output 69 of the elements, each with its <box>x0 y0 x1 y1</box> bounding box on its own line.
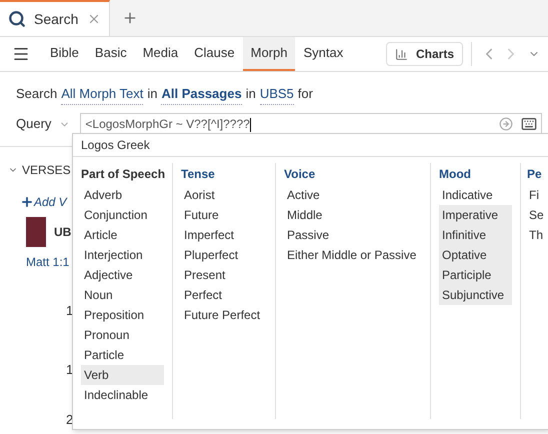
option-item[interactable]: Adverb <box>81 185 164 205</box>
search-type-tab[interactable]: Syntax <box>295 37 352 71</box>
option-item[interactable]: Subjunctive <box>439 285 512 305</box>
option-item[interactable]: Interjection <box>81 245 164 265</box>
section-heading: VERSES <box>22 162 71 178</box>
option-item[interactable]: Article <box>81 225 164 245</box>
option-item[interactable]: Middle <box>284 205 422 225</box>
option-link[interactable]: All Passages <box>161 84 242 104</box>
option-item[interactable]: Se <box>527 205 548 225</box>
option-item[interactable]: Conjunction <box>81 205 164 225</box>
verse-reference[interactable]: Matt 1:1 <box>26 252 70 270</box>
option-item[interactable]: Particle <box>81 345 164 365</box>
option-item[interactable]: Passive <box>284 225 422 245</box>
column-heading: Pe <box>527 166 542 183</box>
option-item[interactable]: Indeclinable <box>81 385 164 405</box>
option-item[interactable]: Imperative <box>439 205 512 225</box>
go-icon[interactable] <box>499 117 513 131</box>
option-item[interactable]: Present <box>181 265 267 285</box>
search-tab[interactable]: Search <box>0 0 110 36</box>
option-item[interactable]: Preposition <box>81 305 164 325</box>
query-label: Query <box>16 115 52 134</box>
new-tab-icon[interactable] <box>122 10 138 26</box>
search-type-tab[interactable]: Morph <box>242 37 296 71</box>
option-item[interactable]: Infinitive <box>439 225 512 245</box>
search-type-tab[interactable]: Basic <box>86 37 135 71</box>
search-line-text: Search <box>16 85 58 103</box>
add-link[interactable]: Add V <box>34 192 67 210</box>
search-type-tab[interactable]: Clause <box>186 37 243 71</box>
keyboard-icon[interactable] <box>521 116 537 132</box>
option-item[interactable]: Perfect <box>181 285 267 305</box>
option-item[interactable]: Either Middle or Passive <box>284 245 422 265</box>
option-item[interactable]: Pronoun <box>81 325 164 345</box>
charts-button[interactable]: Charts <box>386 42 463 66</box>
option-item[interactable]: Th <box>527 225 548 245</box>
option-link[interactable]: UBS5 <box>260 84 294 104</box>
option-item[interactable]: Optative <box>439 245 512 265</box>
search-line-text: in <box>246 85 256 103</box>
column-heading: Voice <box>284 166 316 183</box>
option-item[interactable]: Future <box>181 205 267 225</box>
option-item[interactable]: Noun <box>81 285 164 305</box>
option-item[interactable]: Verb <box>81 365 164 385</box>
option-link[interactable]: All Morph Text <box>61 84 144 104</box>
column-heading: Mood <box>439 166 471 183</box>
option-item[interactable]: Active <box>284 185 422 205</box>
menu-icon[interactable] <box>12 45 30 63</box>
close-icon[interactable] <box>87 12 101 26</box>
search-icon <box>8 10 26 28</box>
column-heading: Part of Speech <box>81 166 166 183</box>
dropdown-title: Logos Greek <box>73 134 548 157</box>
option-item[interactable]: Adjective <box>81 265 164 285</box>
search-type-tab[interactable]: Bible <box>42 37 87 71</box>
column-heading: Tense <box>181 166 215 183</box>
option-item[interactable]: Aorist <box>181 185 267 205</box>
option-item[interactable]: Fi <box>527 185 548 205</box>
option-item[interactable]: Future Perfect <box>181 305 267 325</box>
search-type-tab[interactable]: Media <box>134 37 186 71</box>
verse-number: 1 <box>66 361 74 379</box>
search-line-text: in <box>147 85 158 103</box>
search-line-text: for <box>298 85 313 103</box>
tab-label: Search <box>34 10 78 28</box>
option-item[interactable]: Pluperfect <box>181 245 267 265</box>
option-item[interactable]: Imperfect <box>181 225 267 245</box>
book-cover-icon <box>26 216 46 246</box>
add-icon[interactable] <box>20 194 34 208</box>
bar-chart-icon <box>394 48 408 60</box>
option-item[interactable]: Indicative <box>439 185 512 205</box>
option-item[interactable]: Participle <box>439 265 512 285</box>
resource-title: UB <box>54 224 72 240</box>
verse-number: 1 <box>66 302 74 320</box>
